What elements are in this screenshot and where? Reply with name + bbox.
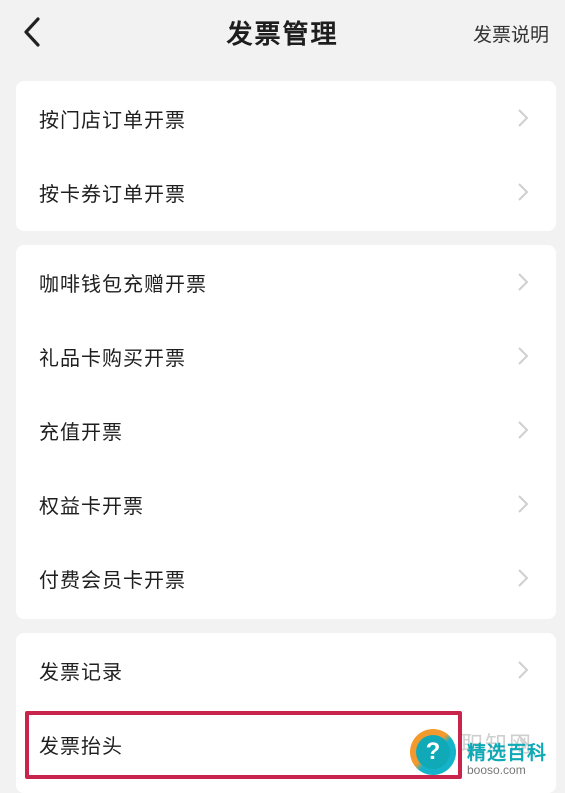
menu-item-recharge-invoice[interactable]: 充值开票 bbox=[16, 393, 556, 467]
chevron-right-icon bbox=[514, 567, 532, 589]
highlight-box bbox=[25, 711, 462, 779]
chevron-right-icon bbox=[514, 493, 532, 515]
menu-item-membership-card-invoice[interactable]: 付费会员卡开票 bbox=[16, 541, 556, 615]
menu-item-benefit-card-invoice[interactable]: 权益卡开票 bbox=[16, 467, 556, 541]
menu-item-gift-card-invoice[interactable]: 礼品卡购买开票 bbox=[16, 319, 556, 393]
chevron-right-icon bbox=[514, 181, 532, 203]
invoice-instructions-link[interactable]: 发票说明 bbox=[473, 20, 549, 47]
menu-item-label: 发票记录 bbox=[39, 659, 123, 684]
menu-item-label: 礼品卡购买开票 bbox=[39, 345, 186, 370]
chevron-right-icon bbox=[514, 345, 532, 367]
menu-item-label: 权益卡开票 bbox=[39, 493, 144, 518]
menu-item-label: 咖啡钱包充赠开票 bbox=[39, 271, 207, 296]
menu-item-label: 按门店订单开票 bbox=[39, 107, 186, 132]
nav-bar: 发票管理 发票说明 bbox=[0, 0, 565, 66]
order-invoice-card: 按门店订单开票 按卡券订单开票 bbox=[16, 81, 556, 231]
menu-item-label: 充值开票 bbox=[39, 419, 123, 444]
watermark: 职知网 ? 精选百科 booso.com bbox=[405, 727, 555, 785]
watermark-url: booso.com bbox=[467, 763, 526, 777]
chevron-right-icon bbox=[514, 419, 532, 441]
menu-item-coffee-wallet-invoice[interactable]: 咖啡钱包充赠开票 bbox=[16, 245, 556, 319]
chevron-right-icon bbox=[514, 659, 532, 681]
chevron-right-icon bbox=[514, 107, 532, 129]
watermark-brand: 精选百科 bbox=[467, 742, 548, 764]
menu-item-coupon-order-invoice[interactable]: 按卡券订单开票 bbox=[16, 155, 556, 229]
question-mark-icon: ? bbox=[416, 735, 450, 769]
menu-item-invoice-records[interactable]: 发票记录 bbox=[16, 633, 556, 707]
menu-item-label: 按卡券订单开票 bbox=[39, 181, 186, 206]
menu-item-store-order-invoice[interactable]: 按门店订单开票 bbox=[16, 81, 556, 155]
watermark-logo: ? bbox=[410, 729, 456, 775]
purchase-invoice-card: 咖啡钱包充赠开票 礼品卡购买开票 充值开票 权益卡开票 付费会员卡开票 bbox=[16, 245, 556, 619]
chevron-right-icon bbox=[514, 271, 532, 293]
menu-item-label: 付费会员卡开票 bbox=[39, 567, 186, 592]
